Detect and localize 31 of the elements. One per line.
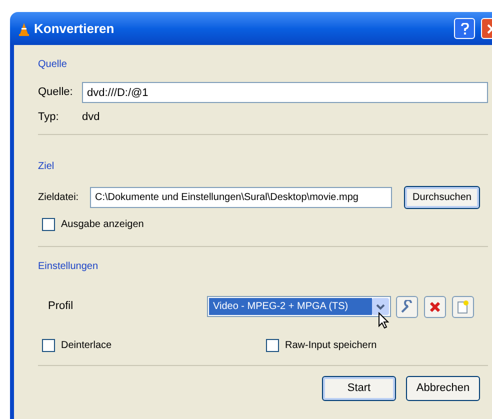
checkbox-label: Deinterlace [61, 338, 112, 352]
section-heading: Quelle [38, 58, 68, 72]
field-label: Quelle: [38, 85, 74, 100]
profile-dropdown[interactable]: Video - MPEG-2 + MPGA (TS) [207, 296, 391, 317]
delete-icon [429, 300, 441, 312]
checkbox[interactable] [42, 338, 55, 352]
field-label: Typ: [38, 110, 60, 125]
window-title: Konvertieren [34, 20, 114, 38]
wrench-icon [400, 300, 414, 314]
checkbox-label: Raw-Input speichern [285, 338, 377, 352]
source-field[interactable]: dvd:///D:/@1 [82, 82, 488, 103]
section-heading: Einstellungen [38, 260, 100, 274]
checkbox-label: Ausgabe anzeigen [61, 218, 144, 232]
start-button[interactable]: Start [322, 376, 396, 400]
checkbox[interactable] [266, 338, 279, 352]
browse-button[interactable]: Durchsuchen [404, 186, 480, 208]
cancel-button[interactable]: Abbrechen [406, 376, 480, 400]
field-label: Zieldatei: [38, 190, 80, 204]
checkbox[interactable] [42, 218, 55, 230]
field-label: Profil [48, 299, 74, 314]
section-heading: Ziel [38, 160, 56, 174]
new-profile-button[interactable] [452, 296, 474, 318]
delete-profile-button[interactable] [424, 296, 446, 318]
help-button[interactable] [454, 18, 475, 39]
edit-profile-button[interactable] [396, 296, 418, 318]
target-file-field[interactable]: C:\Dokumente und Einstellungen\Sural\Desktop\movie.mpg [90, 186, 392, 208]
new-document-icon [457, 300, 469, 314]
help-icon [460, 22, 468, 34]
mouse-cursor-icon [378, 312, 389, 328]
traffic-cone-icon [18, 22, 30, 36]
type-value: dvd [82, 110, 100, 125]
